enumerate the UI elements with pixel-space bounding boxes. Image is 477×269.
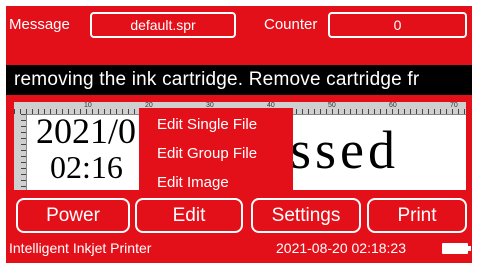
print-button[interactable]: Print <box>367 198 467 233</box>
edit-button[interactable]: Edit <box>135 198 243 233</box>
ruler-number: 50 <box>328 102 336 109</box>
preview-time-text: 02:16 <box>50 149 123 185</box>
message-label: Message <box>9 16 70 33</box>
edit-menu-popup: Edit Single File Edit Group File Edit Im… <box>139 108 293 201</box>
counter-label: Counter <box>264 16 318 33</box>
power-button[interactable]: Power <box>16 198 130 233</box>
ruler-number: 70 <box>450 102 458 109</box>
message-field[interactable]: default.spr <box>90 12 236 38</box>
battery-icon <box>442 243 471 254</box>
device-name: Intelligent Inkjet Printer <box>9 240 152 256</box>
message-ticker: removing the ink cartridge. Remove cartr… <box>6 65 472 95</box>
menu-item-edit-image[interactable]: Edit Image <box>157 173 229 193</box>
counter-field[interactable]: 0 <box>328 12 467 38</box>
menu-item-edit-single-file[interactable]: Edit Single File <box>157 115 257 135</box>
preview-date-text: 2021/0 <box>36 111 137 151</box>
menu-item-edit-group-file[interactable]: Edit Group File <box>157 144 257 164</box>
printer-screen: Message default.spr Counter 0 removing t… <box>6 6 472 263</box>
ruler-number: 60 <box>389 102 397 109</box>
settings-button[interactable]: Settings <box>251 198 361 233</box>
vertical-ruler <box>14 114 27 190</box>
preview-large-text: ssed <box>290 120 399 180</box>
status-datetime: 2021-08-20 02:18:23 <box>276 240 406 256</box>
ruler-number: 10 <box>84 102 92 109</box>
